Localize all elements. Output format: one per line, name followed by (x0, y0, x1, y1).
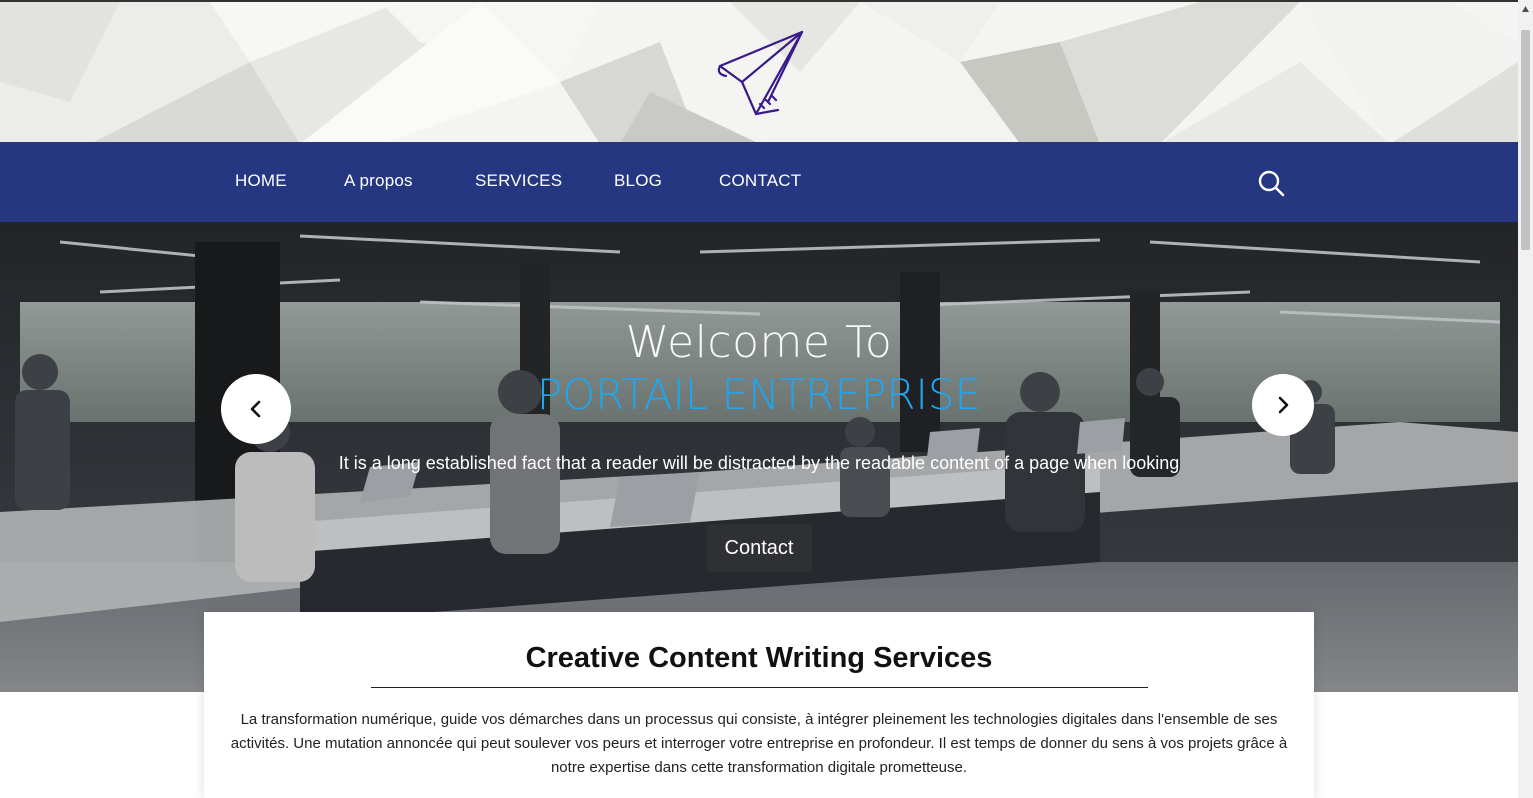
carousel-prev-button[interactable] (221, 374, 291, 444)
services-card-text: La transformation numérique, guide vos d… (230, 711, 1288, 776)
search-icon[interactable] (1256, 168, 1286, 198)
nav-item-blog[interactable]: BLOG (614, 171, 662, 191)
scroll-up-arrow-icon[interactable] (1521, 4, 1530, 14)
title-divider (371, 687, 1148, 688)
site-header (0, 0, 1518, 142)
nav-item-contact[interactable]: CONTACT (719, 171, 801, 191)
scrollbar-thumb[interactable] (1521, 30, 1530, 250)
services-card: Creative Content Writing Services La tra… (204, 612, 1314, 798)
chevron-left-icon (250, 400, 261, 418)
nav-item-a-propos[interactable]: A propos (344, 171, 413, 191)
carousel-next-button[interactable] (1252, 374, 1314, 436)
chevron-right-icon (1278, 396, 1289, 414)
nav-item-services[interactable]: SERVICES (475, 171, 562, 191)
nav-item-home[interactable]: HOME (235, 171, 287, 191)
main-navbar: HOME A propos SERVICES BLOG CONTACT (0, 142, 1518, 222)
services-card-title: Creative Content Writing Services (525, 642, 993, 674)
hero-contact-button[interactable]: Contact (706, 524, 812, 572)
hero-description: It is a long established fact that a rea… (338, 453, 1180, 473)
paper-plane-icon[interactable] (712, 28, 808, 118)
hero-title-welcome: Welcome To (625, 317, 893, 368)
